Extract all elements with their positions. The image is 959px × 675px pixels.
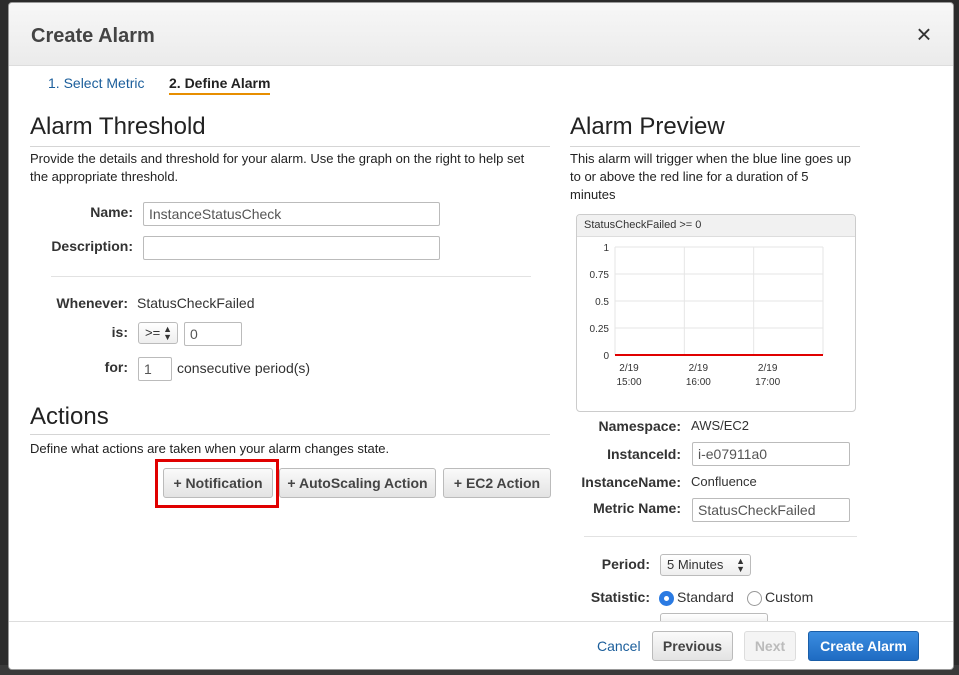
name-input[interactable]: [143, 202, 440, 226]
add-autoscaling-action-button[interactable]: + AutoScaling Action: [279, 468, 436, 498]
description-input[interactable]: [143, 236, 440, 260]
chart-x-tick-date: 2/19: [619, 363, 639, 374]
previous-button[interactable]: Previous: [652, 631, 733, 661]
create-alarm-dialog: Create Alarm × 1. Select Metric 2. Defin…: [8, 2, 954, 670]
is-label: is:: [111, 324, 128, 340]
description-label: Description:: [51, 238, 133, 254]
close-icon[interactable]: ×: [913, 21, 935, 47]
actions-heading: Actions: [30, 403, 109, 430]
alarm-preview-chart: StatusCheckFailed >= 0 1 0.75 0.5 0.25 0 2/19…: [576, 214, 856, 412]
namespace-value: AWS/EC2: [691, 418, 750, 433]
period-value: 5 Minutes: [667, 557, 724, 572]
create-alarm-button[interactable]: Create Alarm: [808, 631, 919, 661]
divider: [51, 276, 531, 277]
preview-description-line3: minutes: [570, 187, 616, 202]
chart-y-tick-label: 0.75: [590, 270, 610, 281]
instanceid-field[interactable]: [692, 442, 850, 466]
metric-name-value: StatusCheckFailed: [137, 295, 255, 311]
threshold-value-input[interactable]: [184, 322, 242, 346]
chart-y-tick-label: 1: [603, 243, 609, 254]
alarm-threshold-heading: Alarm Threshold: [30, 113, 206, 140]
period-label: Period:: [601, 556, 650, 572]
step-select-metric[interactable]: 1. Select Metric: [48, 75, 144, 91]
whenever-label: Whenever:: [56, 295, 128, 311]
divider: [30, 434, 550, 435]
cancel-link[interactable]: Cancel: [597, 638, 641, 654]
highlight-box: [155, 459, 279, 508]
chart-y-tick-label: 0.5: [595, 297, 609, 308]
statistic-custom-label: Custom: [765, 589, 814, 605]
chart-title: StatusCheckFailed >= 0: [577, 215, 855, 237]
instancename-value: Confluence: [691, 474, 757, 489]
updown-arrows-icon: ▲ ▼: [163, 324, 172, 342]
namespace-label: Namespace:: [598, 418, 682, 434]
preview-description-line2: to or above the red line for a duration …: [570, 169, 809, 184]
chart-plot: 1 0.75 0.5 0.25 0 2/19 15:00 2/19 16:00 2/19 17:00: [590, 243, 824, 388]
updown-arrows-icon: ▲ ▼: [736, 556, 745, 574]
metricname-label: Metric Name:: [593, 500, 681, 516]
statistic-standard-radio[interactable]: [659, 591, 674, 606]
instancename-label: InstanceName:: [581, 474, 681, 490]
threshold-description-line2: the appropriate threshold.: [30, 169, 179, 184]
divider: [584, 536, 857, 537]
preview-description-line1: This alarm will trigger when the blue li…: [570, 151, 852, 166]
operator-select[interactable]: >= ▲ ▼: [138, 322, 178, 344]
chart-x-tick-time: 16:00: [686, 377, 711, 388]
statistic-custom-radio[interactable]: [747, 591, 762, 606]
add-ec2-action-button[interactable]: + EC2 Action: [443, 468, 551, 498]
next-button[interactable]: Next: [744, 631, 796, 661]
chart-x-tick-time: 17:00: [755, 377, 780, 388]
period-select[interactable]: 5 Minutes ▲ ▼: [660, 554, 751, 576]
actions-description: Define what actions are taken when your …: [30, 441, 390, 456]
chart-x-tick-time: 15:00: [616, 377, 641, 388]
metricname-field[interactable]: [692, 498, 850, 522]
for-label: for:: [104, 359, 128, 375]
name-label: Name:: [90, 204, 133, 220]
chart-x-tick-date: 2/19: [689, 363, 709, 374]
chart-y-tick-label: 0: [603, 351, 609, 362]
statistic-standard-label: Standard: [677, 589, 734, 605]
periods-input[interactable]: [138, 357, 172, 381]
threshold-description-line1: Provide the details and threshold for yo…: [30, 151, 525, 166]
step-define-alarm[interactable]: 2. Define Alarm: [169, 75, 271, 95]
dialog-title: Create Alarm: [31, 25, 155, 47]
periods-suffix: consecutive period(s): [177, 360, 311, 376]
alarm-preview-heading: Alarm Preview: [570, 113, 725, 140]
statistic-label: Statistic:: [590, 589, 650, 605]
chart-x-tick-date: 2/19: [758, 363, 778, 374]
divider: [30, 146, 550, 147]
chart-y-tick-label: 0.25: [590, 324, 610, 335]
operator-value: >=: [145, 325, 161, 340]
divider: [570, 146, 860, 147]
dialog-header: Create Alarm ×: [9, 3, 953, 66]
instanceid-label: InstanceId:: [607, 446, 681, 462]
